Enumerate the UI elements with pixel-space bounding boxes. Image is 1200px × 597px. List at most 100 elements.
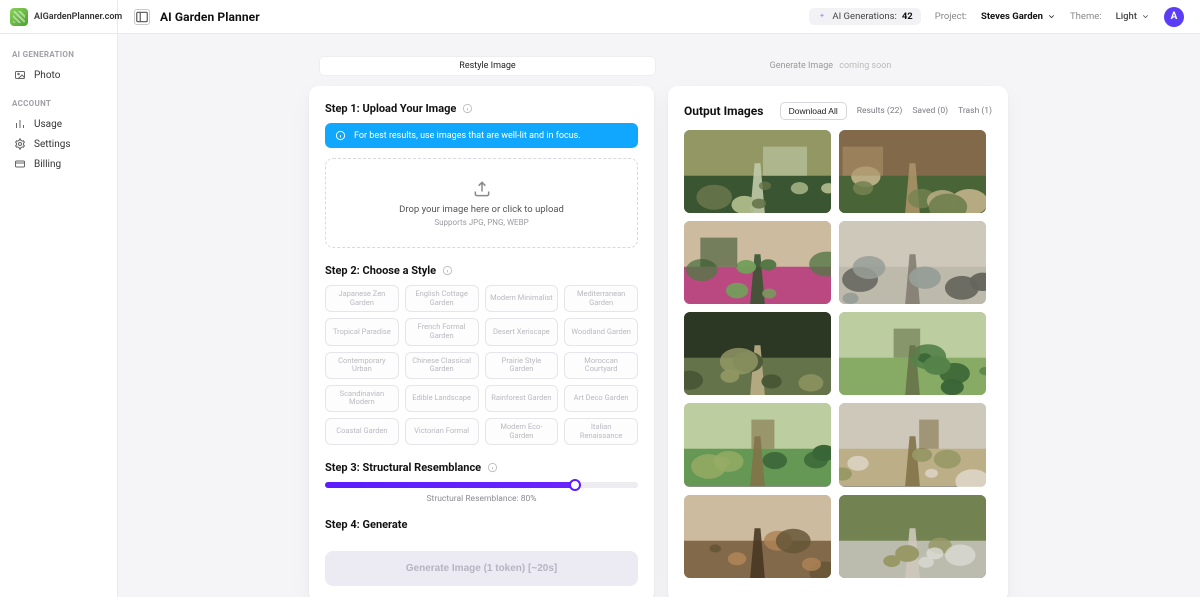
generate-button[interactable]: Generate Image (1 token) [~20s] xyxy=(325,551,638,586)
dropzone-text: Drop your image here or click to upload xyxy=(399,204,564,215)
app-header: AIGardenPlanner.com AI Garden Planner AI… xyxy=(0,0,1200,34)
chevron-down-icon xyxy=(1141,12,1150,21)
tab-restyle-image[interactable]: Restyle Image xyxy=(319,56,656,76)
style-option[interactable]: French Formal Garden xyxy=(405,318,479,345)
step2-heading: Step 2: Choose a Style xyxy=(325,264,638,277)
generations-badge[interactable]: AI Generations: 42 xyxy=(809,8,920,25)
sidebar-item-usage[interactable]: Usage xyxy=(10,114,107,134)
theme-value: Light xyxy=(1116,11,1137,22)
bar-chart-icon xyxy=(14,118,26,130)
sidebar: AI GENERATION Photo ACCOUNT Usage Settin… xyxy=(0,34,118,597)
image-dropzone[interactable]: Drop your image here or click to upload … xyxy=(325,158,638,248)
app-title: AI Garden Planner xyxy=(160,10,260,24)
output-thumbnail[interactable] xyxy=(839,130,986,213)
style-option[interactable]: Victorian Formal xyxy=(405,418,479,445)
output-thumbnail[interactable] xyxy=(684,403,831,486)
download-all-button[interactable]: Download All xyxy=(780,102,847,120)
output-thumbnail[interactable] xyxy=(839,495,986,578)
style-option[interactable]: Rainforest Garden xyxy=(485,385,559,412)
sidebar-item-label: Usage xyxy=(34,119,62,130)
output-panel: Output Images Download All Results (22) … xyxy=(668,86,1008,597)
site-name: AIGardenPlanner.com xyxy=(34,12,122,22)
project-select[interactable]: Steves Garden xyxy=(981,11,1056,22)
style-option[interactable]: Desert Xeriscape xyxy=(485,318,559,345)
theme-select[interactable]: Light xyxy=(1116,11,1150,22)
style-option[interactable]: Tropical Paradise xyxy=(325,318,399,345)
style-option[interactable]: Modern Eco-Garden xyxy=(485,418,559,445)
sidebar-item-label: Settings xyxy=(34,139,71,150)
sidebar-collapse-button[interactable] xyxy=(134,9,150,25)
step1-title: Step 1: Upload Your Image xyxy=(325,102,456,115)
credit-card-icon xyxy=(14,158,26,170)
brand-area[interactable]: AIGardenPlanner.com xyxy=(0,0,118,33)
thumbnails-scroll[interactable] xyxy=(684,130,992,578)
info-icon[interactable] xyxy=(442,265,453,276)
slider-fill xyxy=(325,482,575,488)
input-panel: Step 1: Upload Your Image For best resul… xyxy=(309,86,654,597)
generations-count: 42 xyxy=(902,11,913,22)
style-option[interactable]: Mediterranean Garden xyxy=(564,285,638,312)
sidebar-item-label: Billing xyxy=(34,159,61,170)
style-option[interactable]: Woodland Garden xyxy=(564,318,638,345)
resemblance-slider[interactable] xyxy=(325,482,638,488)
style-option[interactable]: Prairie Style Garden xyxy=(485,352,559,379)
project-name: Steves Garden xyxy=(981,11,1043,22)
upload-hint: For best results, use images that are we… xyxy=(325,123,638,148)
output-title: Output Images xyxy=(684,104,763,118)
tab-label: Generate Image xyxy=(770,61,833,71)
output-thumbnail[interactable] xyxy=(684,312,831,395)
sidebar-item-billing[interactable]: Billing xyxy=(10,154,107,174)
style-option[interactable]: Chinese Classical Garden xyxy=(405,352,479,379)
info-icon[interactable] xyxy=(462,103,473,114)
sidebar-item-label: Photo xyxy=(34,70,60,81)
project-label: Project: xyxy=(935,11,967,22)
filter-results[interactable]: Results (22) xyxy=(857,106,903,116)
tab-soon-badge: coming soon xyxy=(839,61,891,71)
tab-generate-image[interactable]: Generate Image coming soon xyxy=(662,56,999,76)
style-option[interactable]: Moroccan Courtyard xyxy=(564,352,638,379)
output-thumbnail[interactable] xyxy=(839,221,986,304)
style-options-grid: Japanese Zen GardenEnglish Cottage Garde… xyxy=(325,285,638,445)
dropzone-subtext: Supports JPG, PNG, WEBP xyxy=(434,218,528,227)
output-thumbnail[interactable] xyxy=(684,221,831,304)
output-thumbnail[interactable] xyxy=(684,495,831,578)
info-icon xyxy=(335,130,346,141)
main-area: Restyle Image Generate Image coming soon… xyxy=(118,34,1200,597)
style-option[interactable]: Coastal Garden xyxy=(325,418,399,445)
step1-heading: Step 1: Upload Your Image xyxy=(325,102,638,115)
style-option[interactable]: Contemporary Urban xyxy=(325,352,399,379)
sidebar-heading-account: ACCOUNT xyxy=(12,99,107,108)
filter-trash[interactable]: Trash (1) xyxy=(958,106,992,116)
sidebar-heading-ai: AI GENERATION xyxy=(12,50,107,59)
upload-hint-text: For best results, use images that are we… xyxy=(354,131,581,141)
output-thumbnail[interactable] xyxy=(839,403,986,486)
slider-thumb[interactable] xyxy=(569,479,581,491)
style-option[interactable]: Japanese Zen Garden xyxy=(325,285,399,312)
style-option[interactable]: Scandinavian Modern xyxy=(325,385,399,412)
style-option[interactable]: Italian Renaissance xyxy=(564,418,638,445)
header-main: AI Garden Planner AI Generations: 42 Pro… xyxy=(118,7,1200,27)
gear-icon xyxy=(14,138,26,150)
theme-label: Theme: xyxy=(1070,11,1102,22)
sparkle-icon xyxy=(817,12,827,22)
step3-heading: Step 3: Structural Resemblance xyxy=(325,461,638,474)
sidebar-item-photo[interactable]: Photo xyxy=(10,65,107,85)
workflow-tabs: Restyle Image Generate Image coming soon xyxy=(319,56,999,76)
generations-label: AI Generations: xyxy=(832,11,896,22)
step4-title: Step 4: Generate xyxy=(325,518,407,531)
info-icon[interactable] xyxy=(487,462,498,473)
style-option[interactable]: Art Deco Garden xyxy=(564,385,638,412)
output-thumbnail[interactable] xyxy=(684,130,831,213)
step2-title: Step 2: Choose a Style xyxy=(325,264,436,277)
step4-heading: Step 4: Generate xyxy=(325,518,638,531)
output-thumbnail[interactable] xyxy=(839,312,986,395)
style-option[interactable]: Edible Landscape xyxy=(405,385,479,412)
sidebar-item-settings[interactable]: Settings xyxy=(10,134,107,154)
chevron-down-icon xyxy=(1047,12,1056,21)
user-avatar[interactable]: A xyxy=(1164,7,1184,27)
style-option[interactable]: Modern Minimalist xyxy=(485,285,559,312)
filter-saved[interactable]: Saved (0) xyxy=(912,106,948,116)
thumbnails-grid xyxy=(684,130,986,578)
logo-icon xyxy=(10,8,28,26)
style-option[interactable]: English Cottage Garden xyxy=(405,285,479,312)
